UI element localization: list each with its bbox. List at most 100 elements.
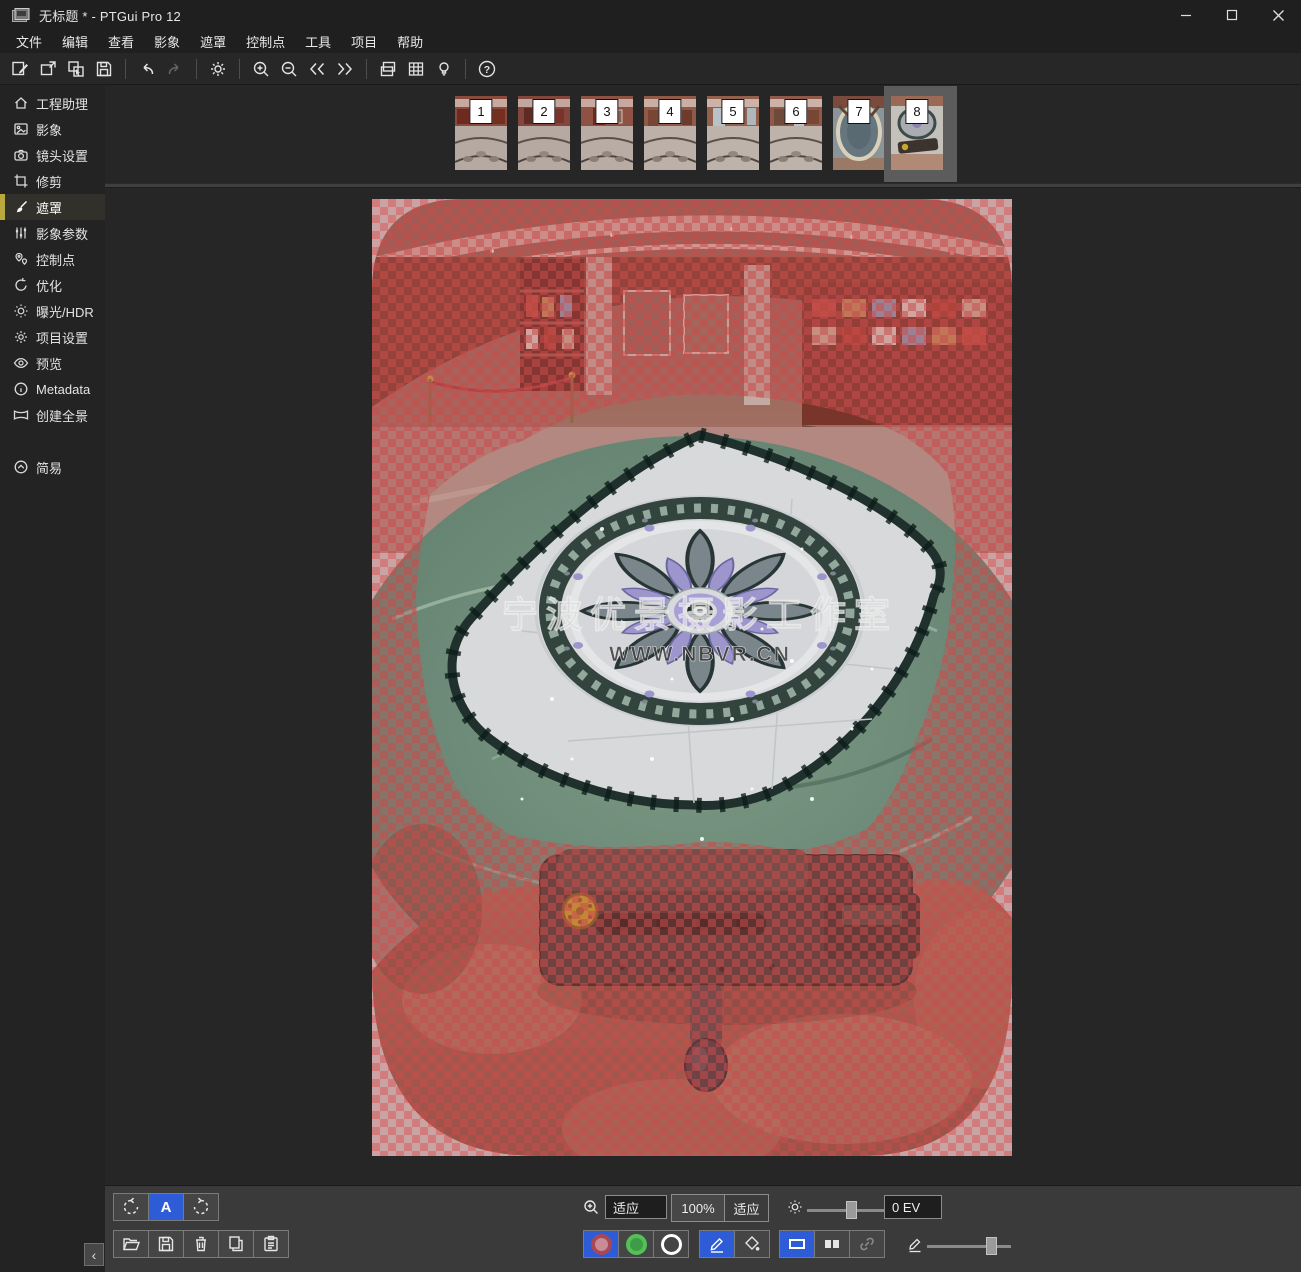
maximize-icon[interactable] [1209,0,1255,30]
minimize-icon[interactable] [1163,0,1209,30]
sidebar-item-preview[interactable]: 预览 [0,350,105,376]
menu-controlpoints[interactable]: 控制点 [236,30,295,53]
ptgui-window: 无标题 * - PTGui Pro 12 文件 编辑 查看 影象 遮罩 控制点 … [0,0,1301,1272]
menu-file[interactable]: 文件 [6,30,52,53]
exposure-ev-input[interactable]: 0 EV [884,1195,942,1219]
menubar: 文件 编辑 查看 影象 遮罩 控制点 工具 项目 帮助 [0,30,1301,53]
svg-text:?: ? [484,64,490,76]
redo-icon[interactable] [162,56,188,82]
sidebar-item-control-points[interactable]: 控制点 [0,246,105,272]
delete-mask-trash-icon[interactable] [183,1230,219,1258]
brush-icon [13,199,29,215]
sidebar-item-exposure-hdr[interactable]: 曝光/HDR [0,298,105,324]
fill-bucket-icon[interactable] [734,1230,770,1258]
sidebar-collapse-button[interactable]: ‹ [84,1243,104,1266]
paste-mask-icon[interactable] [253,1230,289,1258]
rotate-ccw-icon[interactable] [113,1193,149,1221]
brush-size-pencil-icon [906,1235,924,1258]
exposure-slider[interactable] [807,1200,885,1220]
thumbnail-7[interactable]: 7 [833,96,885,170]
thumbnail-2[interactable]: 2 [518,96,570,170]
settings-gear-icon[interactable] [205,56,231,82]
mask-editor-canvas-area: 宁波优景摄影工作室 WWW.NBVR.CN [105,188,1301,1185]
sidebar-item-metadata[interactable]: Metadata [0,376,105,402]
sidebar-item-lens[interactable]: 镜头设置 [0,142,105,168]
thumbnail-4[interactable]: 4 [644,96,696,170]
open-mask-folder-icon[interactable] [113,1230,149,1258]
main-toolbar: ? [0,53,1301,85]
mask-bottom-toolbar: A [105,1185,1301,1272]
thumbnail-8[interactable]: 8 [891,96,943,170]
thumbnail-5[interactable]: 5 [707,96,759,170]
menu-tools[interactable]: 工具 [295,30,341,53]
menu-help[interactable]: 帮助 [387,30,433,53]
sidebar-item-simple-mode[interactable]: 简易 [0,454,105,480]
previous-image-icon[interactable] [304,56,330,82]
save-mask-icon[interactable] [148,1230,184,1258]
sidebar-item-image-params[interactable]: 影象参数 [0,220,105,246]
tips-bulb-icon[interactable] [431,56,457,82]
thumbnail-number: 7 [847,99,870,124]
copy-mask-icon[interactable] [218,1230,254,1258]
crop-icon [13,173,29,189]
menu-edit[interactable]: 编辑 [52,30,98,53]
project-templates-icon[interactable] [63,56,89,82]
menu-mask[interactable]: 遮罩 [190,30,236,53]
panorama-editor-icon[interactable] [375,56,401,82]
close-icon[interactable] [1255,0,1301,30]
watermark-line2: WWW.NBVR.CN [609,643,791,666]
panorama-icon [13,407,29,423]
mask-green-include-button[interactable] [618,1230,654,1258]
sidebar-item-project-settings[interactable]: 项目设置 [0,324,105,350]
thumbnail-strip: 1 2 3 4 5 [105,85,1301,183]
pen-tool-icon[interactable] [699,1230,735,1258]
sidebar-item-images[interactable]: 影象 [0,116,105,142]
undo-icon[interactable] [134,56,160,82]
ptgui-app-icon [12,8,30,23]
sidebar-item-optimize[interactable]: 优化 [0,272,105,298]
mask-editor-image[interactable]: 宁波优景摄影工作室 WWW.NBVR.CN [372,199,1012,1156]
help-icon[interactable]: ? [474,56,500,82]
zoom-in-icon[interactable] [248,56,274,82]
sidebar-item-assistant[interactable]: 工程助理 [0,90,105,116]
magnifier-plus-icon [582,1198,600,1221]
sun-icon [13,303,29,319]
thumbnail-1[interactable]: 1 [455,96,507,170]
brush-size-slider[interactable] [927,1236,1011,1256]
sidebar-item-crop[interactable]: 修剪 [0,168,105,194]
thumbnail-number: 6 [784,99,807,124]
open-project-icon[interactable] [35,56,61,82]
zoom-fit-button[interactable]: 适应 [724,1195,768,1221]
menu-project[interactable]: 项目 [341,30,387,53]
zoom-out-icon[interactable] [276,56,302,82]
mask-red-exclude-button[interactable] [583,1230,619,1258]
thumbnail-number: 3 [595,99,618,124]
rotate-cw-icon[interactable] [183,1193,219,1221]
save-project-icon[interactable] [91,56,117,82]
thumbnail-number: 4 [658,99,681,124]
detail-viewer-icon[interactable] [403,56,429,82]
thumbnail-number: 5 [721,99,744,124]
sidebar-item-mask[interactable]: 遮罩 [0,194,105,220]
side-by-side-view-icon[interactable] [814,1230,850,1258]
menu-view[interactable]: 查看 [98,30,144,53]
mask-unmask-button[interactable] [653,1230,689,1258]
control-points-icon [13,251,29,267]
auto-mask-button[interactable]: A [148,1193,184,1221]
menu-images[interactable]: 影象 [144,30,190,53]
sidebar-item-create-panorama[interactable]: 创建全景 [0,402,105,428]
brightness-sun-icon [787,1199,803,1220]
next-image-icon[interactable] [332,56,358,82]
zoom-mode-input[interactable]: 适应 [605,1195,667,1219]
window-title: 无标题 * - PTGui Pro 12 [39,6,1163,25]
zoom-100-button[interactable]: 100% [672,1195,724,1221]
new-project-icon[interactable] [7,56,33,82]
thumbnail-3[interactable]: 3 [581,96,633,170]
gear-icon [13,329,29,345]
watermark-line1: 宁波优景摄影工作室 [502,594,898,635]
thumbnail-8-selection: 8 [884,86,957,182]
single-view-icon[interactable] [779,1230,815,1258]
thumbnail-6[interactable]: 6 [770,96,822,170]
thumbnail-number: 2 [532,99,555,124]
link-views-icon[interactable] [849,1230,885,1258]
